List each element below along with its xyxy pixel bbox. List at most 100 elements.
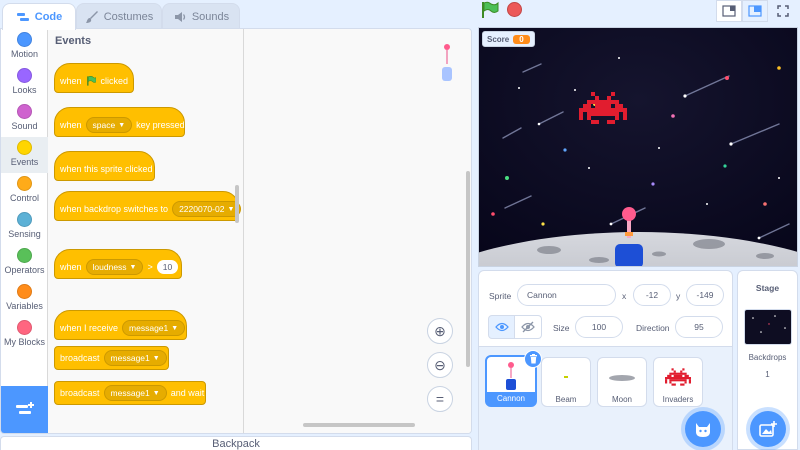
choose-backdrop-button[interactable]	[750, 411, 786, 447]
code-editor: Motion Looks Sound Events Control Sensin…	[0, 28, 472, 434]
category-control[interactable]: Control	[1, 173, 48, 209]
when-loudness-block[interactable]: when loudness ▼ > 10	[54, 249, 182, 279]
control-category-icon	[17, 176, 32, 191]
sprite-info: Sprite Cannon x -12 y -149 Size 100 Dire…	[479, 271, 732, 347]
chevron-down-icon: ▼	[152, 389, 160, 397]
size-input[interactable]: 100	[575, 316, 623, 338]
key-dropdown[interactable]: space ▼	[85, 117, 133, 133]
backpack[interactable]: Backpack	[0, 436, 472, 450]
y-label: y	[676, 291, 681, 301]
stage-canvas[interactable]: Score 0	[478, 27, 798, 267]
green-flag-button[interactable]	[480, 1, 500, 19]
category-sensing[interactable]: Sensing	[1, 209, 48, 245]
palette-scrollbar[interactable]	[235, 185, 239, 223]
small-stage-button[interactable]	[716, 0, 742, 22]
invaders-thumbnail	[654, 362, 702, 392]
category-looks[interactable]: Looks	[1, 65, 48, 101]
fullscreen-icon	[777, 5, 789, 17]
block-text: and wait	[170, 388, 205, 398]
show-sprite-button[interactable]	[488, 315, 515, 339]
add-extension-button[interactable]	[1, 386, 48, 433]
sprite-tile-beam[interactable]: Beam	[541, 357, 591, 407]
sensing-category-icon	[17, 212, 32, 227]
choose-sprite-button[interactable]	[685, 411, 721, 447]
operators-category-icon	[17, 248, 32, 263]
sprite-name-label: Sprite	[489, 291, 512, 301]
category-events[interactable]: Events	[1, 137, 48, 173]
my-blocks-category-icon	[17, 320, 32, 335]
chevron-down-icon: ▼	[129, 263, 137, 271]
dropdown-value: message1	[110, 388, 150, 398]
category-motion[interactable]: Motion	[1, 29, 48, 65]
workspace-vertical-scrollbar[interactable]	[466, 171, 470, 367]
sprite-name-input[interactable]: Cannon	[517, 284, 616, 306]
loudness-value-input[interactable]: 10	[156, 260, 179, 274]
direction-label: Direction	[636, 323, 670, 333]
stage-thumbnail[interactable]	[744, 309, 792, 345]
add-backdrop-icon	[759, 421, 777, 437]
equals-icon: =	[435, 391, 445, 407]
when-backdrop-switches-block[interactable]: when backdrop switches to 2220070-02 ▼	[54, 191, 242, 221]
eye-icon	[494, 322, 509, 332]
category-sound[interactable]: Sound	[1, 101, 48, 137]
tab-label: Costumes	[103, 10, 154, 23]
script-workspace[interactable]: ⊕ ⊖ =	[245, 29, 471, 433]
normal-stage-button[interactable]	[742, 0, 768, 22]
dropdown-value: space	[92, 120, 116, 130]
y-position-input[interactable]: -149	[686, 284, 724, 306]
workspace-horizontal-scrollbar[interactable]	[303, 423, 415, 427]
message-dropdown[interactable]: message1 ▼	[122, 320, 186, 336]
fullscreen-button[interactable]	[770, 0, 796, 22]
when-i-receive-block[interactable]: when I receive message1 ▼	[54, 310, 187, 340]
tab-sounds[interactable]: Sounds	[162, 3, 240, 29]
cat-icon	[696, 423, 710, 437]
delete-sprite-button[interactable]	[524, 350, 542, 368]
block-text: >	[147, 262, 153, 272]
category-label: Operators	[4, 265, 45, 275]
broadcast-and-wait-block[interactable]: broadcast message1 ▼ and wait	[54, 381, 206, 405]
chevron-down-icon: ▼	[152, 354, 160, 362]
category-operators[interactable]: Operators	[1, 245, 48, 281]
sprite-tile-moon[interactable]: Moon	[597, 357, 647, 407]
beam-thumbnail	[542, 362, 590, 392]
tab-code[interactable]: Code	[2, 3, 76, 30]
broadcast-block[interactable]: broadcast message1 ▼	[54, 346, 169, 370]
when-sprite-clicked-block[interactable]: when this sprite clicked	[54, 151, 155, 181]
tab-label: Code	[34, 11, 63, 23]
tab-costumes[interactable]: Costumes	[76, 3, 162, 29]
x-position-input[interactable]: -12	[633, 284, 671, 306]
category-variables[interactable]: Variables	[1, 281, 48, 317]
message-dropdown[interactable]: message1 ▼	[103, 385, 167, 401]
zoom-out-button[interactable]: ⊖	[427, 352, 453, 378]
sensor-dropdown[interactable]: loudness ▼	[85, 259, 144, 275]
zoom-in-button[interactable]: ⊕	[427, 318, 453, 344]
monitor-label: Score	[487, 34, 510, 44]
variables-category-icon	[17, 284, 32, 299]
hide-sprite-button[interactable]	[515, 315, 542, 339]
message-dropdown[interactable]: message1 ▼	[103, 350, 167, 366]
trash-icon	[529, 354, 537, 364]
sprite-tile-cannon[interactable]: Cannon	[485, 350, 542, 407]
dropdown-value: message1	[129, 323, 169, 333]
zoom-reset-button[interactable]: =	[427, 386, 453, 412]
stage-target-pane[interactable]: Stage Backdrops 1	[737, 270, 798, 450]
code-icon	[16, 13, 29, 21]
stage-pane-title: Stage	[755, 283, 780, 293]
zoom-in-icon: ⊕	[434, 322, 446, 339]
stop-button[interactable]	[507, 2, 522, 17]
backdrop-dropdown[interactable]: 2220070-02 ▼	[172, 201, 242, 217]
when-key-pressed-block[interactable]: when space ▼ key pressed	[54, 107, 185, 137]
small-stage-icon	[722, 5, 736, 17]
sound-category-icon	[17, 104, 32, 119]
category-my-blocks[interactable]: My Blocks	[1, 317, 48, 353]
chevron-down-icon: ▼	[118, 121, 126, 129]
category-label: My Blocks	[3, 337, 45, 347]
block-text: when	[60, 262, 82, 272]
sprite-tile-invaders[interactable]: Invaders	[653, 357, 703, 407]
block-text: when backdrop switches to	[60, 204, 169, 214]
score-variable-monitor[interactable]: Score 0	[482, 31, 535, 47]
monitor-value: 0	[513, 34, 530, 44]
direction-input[interactable]: 95	[675, 316, 723, 338]
when-flag-clicked-block[interactable]: when clicked	[54, 63, 134, 93]
current-sprite-icon	[442, 44, 452, 81]
